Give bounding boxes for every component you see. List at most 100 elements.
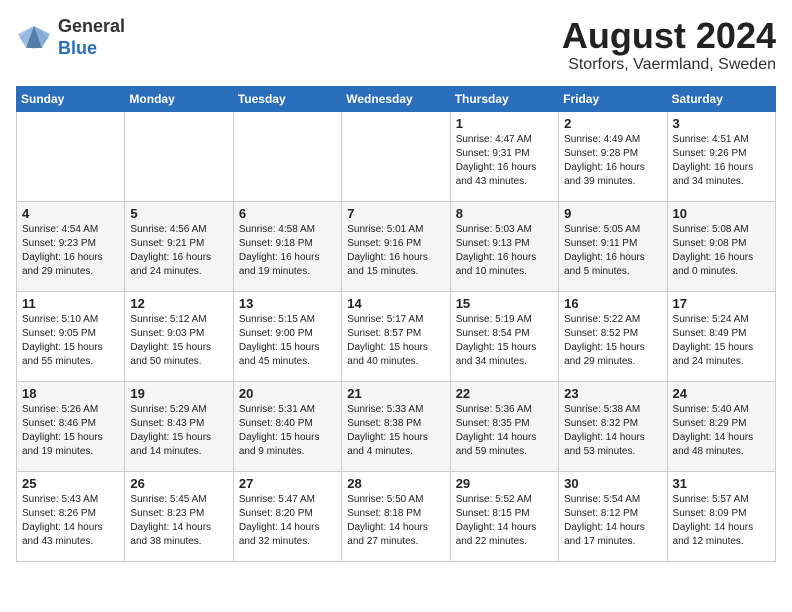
day-info: Sunrise: 5:45 AM Sunset: 8:23 PM Dayligh… — [130, 493, 227, 549]
day-info: Sunrise: 5:22 AM Sunset: 8:52 PM Dayligh… — [564, 313, 661, 369]
day-number: 23 — [564, 386, 661, 401]
day-number: 31 — [673, 476, 770, 491]
week-row-3: 11Sunrise: 5:10 AM Sunset: 9:05 PM Dayli… — [17, 291, 776, 381]
header-row: SundayMondayTuesdayWednesdayThursdayFrid… — [17, 86, 776, 111]
day-info: Sunrise: 5:01 AM Sunset: 9:16 PM Dayligh… — [347, 223, 444, 279]
logo-text: General Blue — [58, 16, 125, 59]
day-info: Sunrise: 5:05 AM Sunset: 9:11 PM Dayligh… — [564, 223, 661, 279]
day-info: Sunrise: 5:29 AM Sunset: 8:43 PM Dayligh… — [130, 403, 227, 459]
day-info: Sunrise: 5:40 AM Sunset: 8:29 PM Dayligh… — [673, 403, 770, 459]
day-info: Sunrise: 5:43 AM Sunset: 8:26 PM Dayligh… — [22, 493, 119, 549]
header: General Blue August 2024 Storfors, Vaerm… — [16, 16, 776, 74]
calendar-cell: 30 Sunrise: 5:54 AM Sunset: 8:12 PM Dayli… — [559, 471, 667, 561]
calendar-cell: 23 Sunrise: 5:38 AM Sunset: 8:32 PM Dayli… — [559, 381, 667, 471]
page-title: August 2024 — [562, 16, 776, 56]
calendar-cell: 3Sunrise: 4:51 AM Sunset: 9:26 PM Daylig… — [667, 111, 775, 201]
calendar-cell — [233, 111, 341, 201]
day-number: 28 — [347, 476, 444, 491]
column-header-tuesday: Tuesday — [233, 86, 341, 111]
day-number: 7 — [347, 206, 444, 221]
calendar-cell: 21 Sunrise: 5:33 AM Sunset: 8:38 PM Dayli… — [342, 381, 450, 471]
day-number: 8 — [456, 206, 553, 221]
logo-blue: Blue — [58, 38, 97, 58]
day-number: 10 — [673, 206, 770, 221]
logo-general: General — [58, 16, 125, 36]
day-number: 1 — [456, 116, 553, 131]
day-number: 26 — [130, 476, 227, 491]
calendar-cell: 16Sunrise: 5:22 AM Sunset: 8:52 PM Dayli… — [559, 291, 667, 381]
day-info: Sunrise: 5:38 AM Sunset: 8:32 PM Dayligh… — [564, 403, 661, 459]
day-info: Sunrise: 5:47 AM Sunset: 8:20 PM Dayligh… — [239, 493, 336, 549]
day-info: Sunrise: 4:58 AM Sunset: 9:18 PM Dayligh… — [239, 223, 336, 279]
calendar-cell — [125, 111, 233, 201]
calendar-cell: 24 Sunrise: 5:40 AM Sunset: 8:29 PM Dayli… — [667, 381, 775, 471]
day-number: 4 — [22, 206, 119, 221]
page-subtitle: Storfors, Vaermland, Sweden — [562, 56, 776, 74]
calendar-cell: 6 Sunrise: 4:58 AM Sunset: 9:18 PM Daylig… — [233, 201, 341, 291]
logo: General Blue — [16, 16, 125, 59]
column-header-friday: Friday — [559, 86, 667, 111]
day-info: Sunrise: 5:12 AM Sunset: 9:03 PM Dayligh… — [130, 313, 227, 369]
day-number: 21 — [347, 386, 444, 401]
day-info: Sunrise: 5:15 AM Sunset: 9:00 PM Dayligh… — [239, 313, 336, 369]
day-number: 6 — [239, 206, 336, 221]
day-info: Sunrise: 5:57 AM Sunset: 8:09 PM Dayligh… — [673, 493, 770, 549]
day-info: Sunrise: 5:31 AM Sunset: 8:40 PM Dayligh… — [239, 403, 336, 459]
day-info: Sunrise: 5:19 AM Sunset: 8:54 PM Dayligh… — [456, 313, 553, 369]
week-row-4: 18Sunrise: 5:26 AM Sunset: 8:46 PM Dayli… — [17, 381, 776, 471]
day-info: Sunrise: 5:50 AM Sunset: 8:18 PM Dayligh… — [347, 493, 444, 549]
calendar-cell: 13Sunrise: 5:15 AM Sunset: 9:00 PM Dayli… — [233, 291, 341, 381]
column-header-thursday: Thursday — [450, 86, 558, 111]
day-number: 14 — [347, 296, 444, 311]
day-number: 20 — [239, 386, 336, 401]
calendar-cell: 17 Sunrise: 5:24 AM Sunset: 8:49 PM Dayli… — [667, 291, 775, 381]
day-number: 17 — [673, 296, 770, 311]
calendar-cell: 1 Sunrise: 4:47 AM Sunset: 9:31 PM Daylig… — [450, 111, 558, 201]
calendar-cell: 26 Sunrise: 5:45 AM Sunset: 8:23 PM Dayli… — [125, 471, 233, 561]
calendar-cell: 9 Sunrise: 5:05 AM Sunset: 9:11 PM Daylig… — [559, 201, 667, 291]
day-number: 24 — [673, 386, 770, 401]
calendar-cell: 10Sunrise: 5:08 AM Sunset: 9:08 PM Dayli… — [667, 201, 775, 291]
day-number: 9 — [564, 206, 661, 221]
calendar-cell: 31 Sunrise: 5:57 AM Sunset: 8:09 PM Dayli… — [667, 471, 775, 561]
day-info: Sunrise: 5:26 AM Sunset: 8:46 PM Dayligh… — [22, 403, 119, 459]
day-number: 19 — [130, 386, 227, 401]
calendar-cell: 14 Sunrise: 5:17 AM Sunset: 8:57 PM Dayli… — [342, 291, 450, 381]
calendar-cell: 29 Sunrise: 5:52 AM Sunset: 8:15 PM Dayli… — [450, 471, 558, 561]
title-area: August 2024 Storfors, Vaermland, Sweden — [562, 16, 776, 74]
week-row-5: 25 Sunrise: 5:43 AM Sunset: 8:26 PM Dayli… — [17, 471, 776, 561]
day-number: 12 — [130, 296, 227, 311]
day-number: 29 — [456, 476, 553, 491]
calendar-cell: 18Sunrise: 5:26 AM Sunset: 8:46 PM Dayli… — [17, 381, 125, 471]
column-header-wednesday: Wednesday — [342, 86, 450, 111]
logo-icon — [16, 24, 52, 52]
column-header-sunday: Sunday — [17, 86, 125, 111]
day-number: 27 — [239, 476, 336, 491]
day-info: Sunrise: 5:17 AM Sunset: 8:57 PM Dayligh… — [347, 313, 444, 369]
day-info: Sunrise: 4:47 AM Sunset: 9:31 PM Dayligh… — [456, 133, 553, 189]
day-info: Sunrise: 4:56 AM Sunset: 9:21 PM Dayligh… — [130, 223, 227, 279]
day-info: Sunrise: 5:03 AM Sunset: 9:13 PM Dayligh… — [456, 223, 553, 279]
day-info: Sunrise: 5:33 AM Sunset: 8:38 PM Dayligh… — [347, 403, 444, 459]
day-info: Sunrise: 5:10 AM Sunset: 9:05 PM Dayligh… — [22, 313, 119, 369]
calendar-cell: 25 Sunrise: 5:43 AM Sunset: 8:26 PM Dayli… — [17, 471, 125, 561]
week-row-1: 1 Sunrise: 4:47 AM Sunset: 9:31 PM Daylig… — [17, 111, 776, 201]
day-number: 15 — [456, 296, 553, 311]
day-number: 30 — [564, 476, 661, 491]
day-number: 3 — [673, 116, 770, 131]
day-info: Sunrise: 4:54 AM Sunset: 9:23 PM Dayligh… — [22, 223, 119, 279]
calendar-cell: 8 Sunrise: 5:03 AM Sunset: 9:13 PM Daylig… — [450, 201, 558, 291]
day-number: 25 — [22, 476, 119, 491]
calendar-cell: 7 Sunrise: 5:01 AM Sunset: 9:16 PM Daylig… — [342, 201, 450, 291]
calendar-cell: 5 Sunrise: 4:56 AM Sunset: 9:21 PM Daylig… — [125, 201, 233, 291]
day-info: Sunrise: 4:49 AM Sunset: 9:28 PM Dayligh… — [564, 133, 661, 189]
day-info: Sunrise: 5:52 AM Sunset: 8:15 PM Dayligh… — [456, 493, 553, 549]
column-header-saturday: Saturday — [667, 86, 775, 111]
calendar-cell: 15 Sunrise: 5:19 AM Sunset: 8:54 PM Dayli… — [450, 291, 558, 381]
day-number: 5 — [130, 206, 227, 221]
week-row-2: 4 Sunrise: 4:54 AM Sunset: 9:23 PM Daylig… — [17, 201, 776, 291]
calendar-cell: 27 Sunrise: 5:47 AM Sunset: 8:20 PM Dayli… — [233, 471, 341, 561]
calendar-cell: 4 Sunrise: 4:54 AM Sunset: 9:23 PM Daylig… — [17, 201, 125, 291]
day-info: Sunrise: 5:54 AM Sunset: 8:12 PM Dayligh… — [564, 493, 661, 549]
day-info: Sunrise: 5:24 AM Sunset: 8:49 PM Dayligh… — [673, 313, 770, 369]
